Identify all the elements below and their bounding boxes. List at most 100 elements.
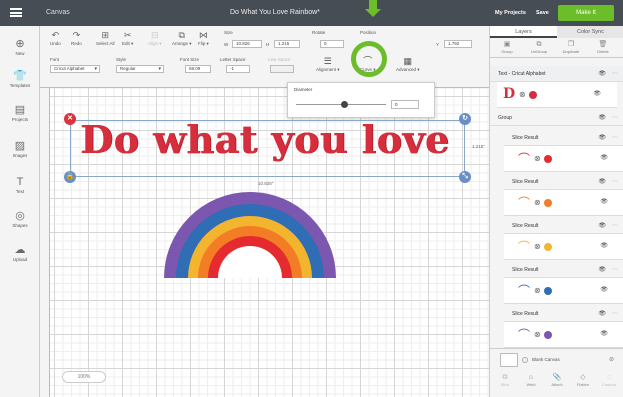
advanced-button[interactable]: ▦ Advanced ▾ xyxy=(396,56,420,73)
rotate-input[interactable]: 0 xyxy=(320,40,344,48)
sidebar-item-upload[interactable]: ☁ Upload xyxy=(0,244,40,262)
cut-icon: ⊗ xyxy=(534,154,541,163)
color-swatch[interactable] xyxy=(544,287,552,295)
eye-icon[interactable]: 👁 xyxy=(598,262,606,278)
eye-icon[interactable]: 👁 xyxy=(600,330,608,337)
curve-panel: Diameter 0 xyxy=(287,82,435,118)
style-select[interactable]: Regular xyxy=(116,65,164,73)
color-swatch[interactable] xyxy=(544,331,552,339)
zoom-control[interactable]: 100% xyxy=(62,371,106,383)
layers-bottom-panel: Blank Canvas ⊘ ⧉ Slice ⌂ Weld 📎 Attach ◇ Fla… xyxy=(490,348,623,397)
eye-icon[interactable]: 👁 xyxy=(598,110,606,126)
color-swatch[interactable] xyxy=(529,91,537,99)
shirt-icon: 👕 xyxy=(13,70,27,82)
tab-layers[interactable]: Layers xyxy=(490,26,557,38)
more-icon[interactable]: ⋯ xyxy=(612,174,618,190)
font-size-input[interactable]: 68.09 xyxy=(185,65,211,73)
more-icon[interactable]: ⋯ xyxy=(612,66,618,82)
attach-icon: 📎 xyxy=(552,374,562,381)
alignment-button[interactable]: ☰ Alignment ▾ xyxy=(316,56,340,73)
slice-result-title: Slice Result xyxy=(512,135,539,141)
align-button[interactable]: ⊟ Align ▾ xyxy=(148,30,162,47)
sidebar-item-projects[interactable]: ▤ Projects xyxy=(0,104,40,122)
menu-icon[interactable] xyxy=(10,8,22,17)
eye-icon[interactable]: 👁 xyxy=(598,218,606,234)
delete-handle-icon[interactable]: ✕ xyxy=(64,113,76,125)
group-button[interactable]: ▣ Group xyxy=(494,40,520,54)
resize-handle-icon[interactable]: ⤡ xyxy=(459,171,471,183)
duplicate-button[interactable]: ❐ Duplicate xyxy=(558,40,584,54)
group-icon: ▣ xyxy=(503,41,511,48)
y-input[interactable]: 1.792 xyxy=(444,40,472,48)
diameter-input[interactable]: 0 xyxy=(391,100,419,109)
more-icon[interactable]: ⋯ xyxy=(612,262,618,278)
edit-button[interactable]: ✂ Edit ▾ xyxy=(122,30,133,47)
weld-button[interactable]: ⌂ Weld xyxy=(518,373,544,387)
width-input[interactable]: 10.826 xyxy=(232,40,262,48)
canvas-text[interactable]: Do what you love xyxy=(80,117,450,162)
eye-icon[interactable]: 👁 xyxy=(593,90,601,97)
sidebar-item-shapes[interactable]: ◎ Shapes xyxy=(0,210,40,228)
arc-thumbnail-icon: ⌒ xyxy=(518,284,531,298)
rotate-handle-icon[interactable]: ↻ xyxy=(459,113,471,125)
slice-result-item[interactable]: ⌒ ⊗ 👁 xyxy=(504,278,623,304)
eye-icon[interactable]: 👁 xyxy=(600,242,608,249)
slice-result-header[interactable]: Slice Result 👁 ⋯ xyxy=(504,218,623,234)
blank-canvas-swatch[interactable] xyxy=(500,353,518,367)
sidebar-item-images[interactable]: ▨ Images xyxy=(0,140,40,158)
layer-group-header[interactable]: Group 👁 ⋯ xyxy=(490,110,623,126)
rainbow-image[interactable] xyxy=(160,192,340,280)
tab-color-sync[interactable]: Color Sync xyxy=(557,26,623,38)
arrange-button[interactable]: ⧉ Arrange ▾ xyxy=(172,30,192,47)
font-size-label: Font Size xyxy=(180,57,200,62)
attach-button[interactable]: 📎 Attach xyxy=(544,373,570,387)
font-select[interactable]: Cricut Alphabet xyxy=(50,65,100,73)
eye-icon[interactable]: 👁 xyxy=(598,130,606,146)
eye-icon[interactable]: 👁 xyxy=(600,198,608,205)
visibility-off-icon[interactable]: ⊘ xyxy=(609,356,614,363)
save-button[interactable]: Save xyxy=(536,10,549,16)
more-icon[interactable]: ⋯ xyxy=(612,218,618,234)
slice-button[interactable]: ⧉ Slice xyxy=(492,373,518,387)
more-icon[interactable]: ⋯ xyxy=(612,110,618,126)
contour-button[interactable]: ◌ Contour xyxy=(596,373,622,387)
height-input[interactable]: 1.215 xyxy=(274,40,300,48)
slice-result-header[interactable]: Slice Result 👁 ⋯ xyxy=(504,306,623,322)
slice-result-header[interactable]: Slice Result 👁 ⋯ xyxy=(504,174,623,190)
color-swatch[interactable] xyxy=(544,243,552,251)
line-space-input[interactable] xyxy=(270,65,294,73)
lock-handle-icon[interactable]: 🔒 xyxy=(64,171,76,183)
letter-space-input[interactable]: -1 xyxy=(226,65,250,73)
color-swatch[interactable] xyxy=(544,155,552,163)
eye-icon[interactable]: 👁 xyxy=(600,286,608,293)
my-projects-link[interactable]: My Projects xyxy=(495,10,526,16)
more-icon[interactable]: ⋯ xyxy=(612,306,618,322)
slice-result-item[interactable]: ⌒ ⊗ 👁 xyxy=(504,234,623,260)
slice-result-header[interactable]: Slice Result 👁 ⋯ xyxy=(504,262,623,278)
eye-icon[interactable]: 👁 xyxy=(598,174,606,190)
flip-button[interactable]: ⋈ Flip ▾ xyxy=(198,30,209,47)
select-all-button[interactable]: ⊞ Select All xyxy=(96,30,115,46)
more-icon[interactable]: ⋯ xyxy=(612,130,618,146)
slice-result-header[interactable]: Slice Result 👁 ⋯ xyxy=(504,130,623,146)
ungroup-button[interactable]: ⧉ UnGroup xyxy=(526,40,552,54)
color-swatch[interactable] xyxy=(544,199,552,207)
slice-result-item[interactable]: ⌒ ⊗ 👁 xyxy=(504,146,623,172)
delete-button[interactable]: 🗑 Delete xyxy=(590,40,616,54)
eye-icon[interactable]: 👁 xyxy=(598,306,606,322)
layer-text-header[interactable]: Text - Cricut Alphabet 👁 ⋯ xyxy=(490,66,623,82)
sidebar-item-new[interactable]: ⊕ New xyxy=(0,38,40,56)
sidebar-item-text[interactable]: T Text xyxy=(0,176,40,194)
sidebar-item-templates[interactable]: 👕 Templates xyxy=(0,70,40,88)
blank-canvas-toggle[interactable] xyxy=(522,357,528,363)
redo-button[interactable]: ↷ Redo xyxy=(71,30,82,46)
layer-text-item[interactable]: D ⊗ 👁 xyxy=(497,82,617,108)
slice-result-item[interactable]: ⌒ ⊗ 👁 xyxy=(504,190,623,216)
eye-icon[interactable]: 👁 xyxy=(600,154,608,161)
eye-icon[interactable]: 👁 xyxy=(598,66,606,82)
undo-button[interactable]: ↶ Undo xyxy=(50,30,61,46)
slice-result-item[interactable]: ⌒ ⊗ 👁 xyxy=(504,322,623,348)
diameter-slider-thumb[interactable] xyxy=(341,101,348,108)
make-it-button[interactable]: Make It xyxy=(558,5,614,21)
flatten-button[interactable]: ◇ Flatten xyxy=(570,373,596,387)
